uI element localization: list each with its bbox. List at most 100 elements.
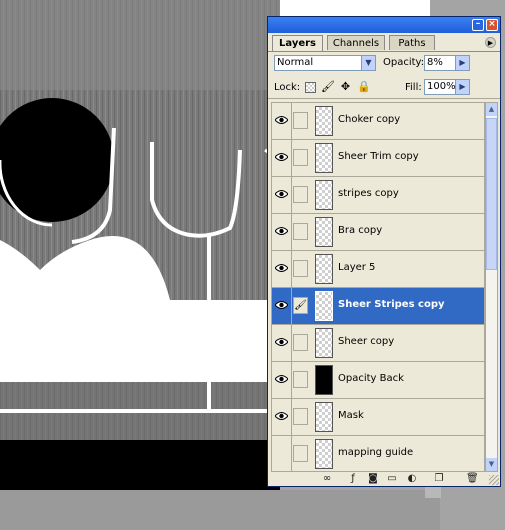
scroll-thumb[interactable] <box>486 118 497 270</box>
lock-position-icon[interactable]: ✥ <box>339 80 352 93</box>
layer-thumbnail[interactable] <box>315 365 333 395</box>
layer-row[interactable]: Sheer copy <box>272 325 484 362</box>
eye-icon <box>275 190 288 198</box>
layer-thumbnail[interactable] <box>315 254 333 284</box>
lock-image-icon[interactable]: 🖌 <box>321 80 335 93</box>
link-cell[interactable] <box>293 371 308 388</box>
lock-transparency-icon[interactable] <box>305 82 316 93</box>
layer-row[interactable]: Choker copy <box>272 103 484 140</box>
layer-thumbnail[interactable] <box>315 143 333 173</box>
new-layer-icon[interactable]: ❐ <box>433 473 445 485</box>
layer-name[interactable]: Mask <box>338 410 364 421</box>
layer-thumbnail[interactable] <box>315 402 333 432</box>
tab-layers[interactable]: Layers <box>272 35 323 51</box>
palette-bottom-bar: ∞ ƒ ◙ ▭ ◐ ❐ 🗑 <box>268 472 500 486</box>
link-cell[interactable] <box>293 149 308 166</box>
link-cell[interactable] <box>293 408 308 425</box>
layer-row[interactable]: 🖌 Sheer Stripes copy <box>272 288 484 325</box>
close-icon[interactable]: × <box>486 19 498 31</box>
tab-divider <box>268 51 500 52</box>
visibility-toggle[interactable] <box>272 177 292 213</box>
visibility-toggle[interactable] <box>272 436 292 471</box>
layer-name[interactable]: Sheer Stripes copy <box>338 299 445 310</box>
eye-icon <box>275 264 288 272</box>
layer-style-icon[interactable]: ƒ <box>347 473 359 485</box>
link-cell[interactable] <box>293 445 308 462</box>
blend-mode-value: Normal <box>277 57 314 68</box>
palette-tabs: Layers Channels Paths ▶ <box>272 35 496 51</box>
fill-field[interactable]: 100% ▶ <box>424 79 470 95</box>
controls-divider <box>268 98 500 99</box>
scroll-down-icon[interactable]: ▼ <box>486 458 497 471</box>
opacity-value: 8% <box>427 57 443 68</box>
eye-icon <box>275 116 288 124</box>
visibility-toggle[interactable] <box>272 214 292 250</box>
scroll-up-icon[interactable]: ▲ <box>486 103 497 116</box>
chevron-down-icon[interactable]: ▼ <box>361 56 375 70</box>
eye-icon <box>275 301 288 309</box>
eye-icon <box>275 338 288 346</box>
fill-slider-icon[interactable]: ▶ <box>455 80 469 94</box>
layer-row[interactable]: stripes copy <box>272 177 484 214</box>
layer-thumbnail[interactable] <box>315 180 333 210</box>
layer-name[interactable]: Bra copy <box>338 225 382 236</box>
adjustment-layer-icon[interactable]: ◐ <box>406 473 418 485</box>
link-cell[interactable] <box>293 334 308 351</box>
new-group-icon[interactable]: ▭ <box>386 473 398 485</box>
eye-icon <box>275 375 288 383</box>
layer-list-scrollbar[interactable]: ▲ ▼ <box>485 102 498 472</box>
brush-icon[interactable]: 🖌 <box>293 297 308 314</box>
eye-icon <box>275 153 288 161</box>
layer-name[interactable]: stripes copy <box>338 188 399 199</box>
minimize-icon[interactable]: – <box>472 19 484 31</box>
link-cell[interactable] <box>293 186 308 203</box>
layer-row[interactable]: Layer 5 <box>272 251 484 288</box>
opacity-field[interactable]: 8% ▶ <box>424 55 470 71</box>
visibility-toggle[interactable] <box>272 362 292 398</box>
opacity-slider-icon[interactable]: ▶ <box>455 56 469 70</box>
link-cell[interactable] <box>293 112 308 129</box>
link-cell[interactable] <box>293 223 308 240</box>
layer-row[interactable]: Sheer Trim copy <box>272 140 484 177</box>
layer-name[interactable]: mapping guide <box>338 447 413 458</box>
layer-name[interactable]: Sheer Trim copy <box>338 151 419 162</box>
layer-row[interactable]: Bra copy <box>272 214 484 251</box>
layer-name[interactable]: Sheer copy <box>338 336 394 347</box>
lock-all-icon[interactable]: 🔒 <box>357 80 371 93</box>
eye-icon <box>275 412 288 420</box>
layer-list: Choker copy Sheer Trim copy stripes copy Br… <box>271 102 485 472</box>
visibility-toggle[interactable] <box>272 140 292 176</box>
layer-row[interactable]: mapping guide <box>272 436 484 471</box>
tab-channels[interactable]: Channels <box>327 35 385 50</box>
resize-grip[interactable] <box>489 475 499 485</box>
opacity-label: Opacity: <box>383 57 425 68</box>
palette-menu-icon[interactable]: ▶ <box>485 37 496 48</box>
visibility-toggle[interactable] <box>272 288 292 324</box>
eye-icon <box>275 227 288 235</box>
layer-thumbnail[interactable] <box>315 328 333 358</box>
visibility-toggle[interactable] <box>272 399 292 435</box>
layer-thumbnail[interactable] <box>315 106 333 136</box>
visibility-toggle[interactable] <box>272 103 292 139</box>
visibility-toggle[interactable] <box>272 251 292 287</box>
trash-icon[interactable]: 🗑 <box>466 473 479 485</box>
layer-row[interactable]: Mask <box>272 399 484 436</box>
layers-palette: – × Layers Channels Paths ▶ Normal ▼ Opa… <box>267 16 501 487</box>
palette-titlebar[interactable]: – × <box>268 17 500 33</box>
visibility-toggle[interactable] <box>272 325 292 361</box>
blend-mode-select[interactable]: Normal ▼ <box>274 55 376 71</box>
layer-row[interactable]: Opacity Back <box>272 362 484 399</box>
lock-label: Lock: <box>274 82 301 93</box>
fill-value: 100% <box>427 81 456 92</box>
link-cell[interactable] <box>293 260 308 277</box>
layer-thumbnail[interactable] <box>315 291 333 321</box>
layer-thumbnail[interactable] <box>315 217 333 247</box>
tab-paths[interactable]: Paths <box>389 35 435 50</box>
layer-name[interactable]: Choker copy <box>338 114 400 125</box>
fill-label: Fill: <box>405 82 422 93</box>
layer-name[interactable]: Layer 5 <box>338 262 375 273</box>
link-layers-icon[interactable]: ∞ <box>321 473 333 485</box>
layer-thumbnail[interactable] <box>315 439 333 469</box>
add-mask-icon[interactable]: ◙ <box>367 473 379 485</box>
layer-name[interactable]: Opacity Back <box>338 373 404 384</box>
